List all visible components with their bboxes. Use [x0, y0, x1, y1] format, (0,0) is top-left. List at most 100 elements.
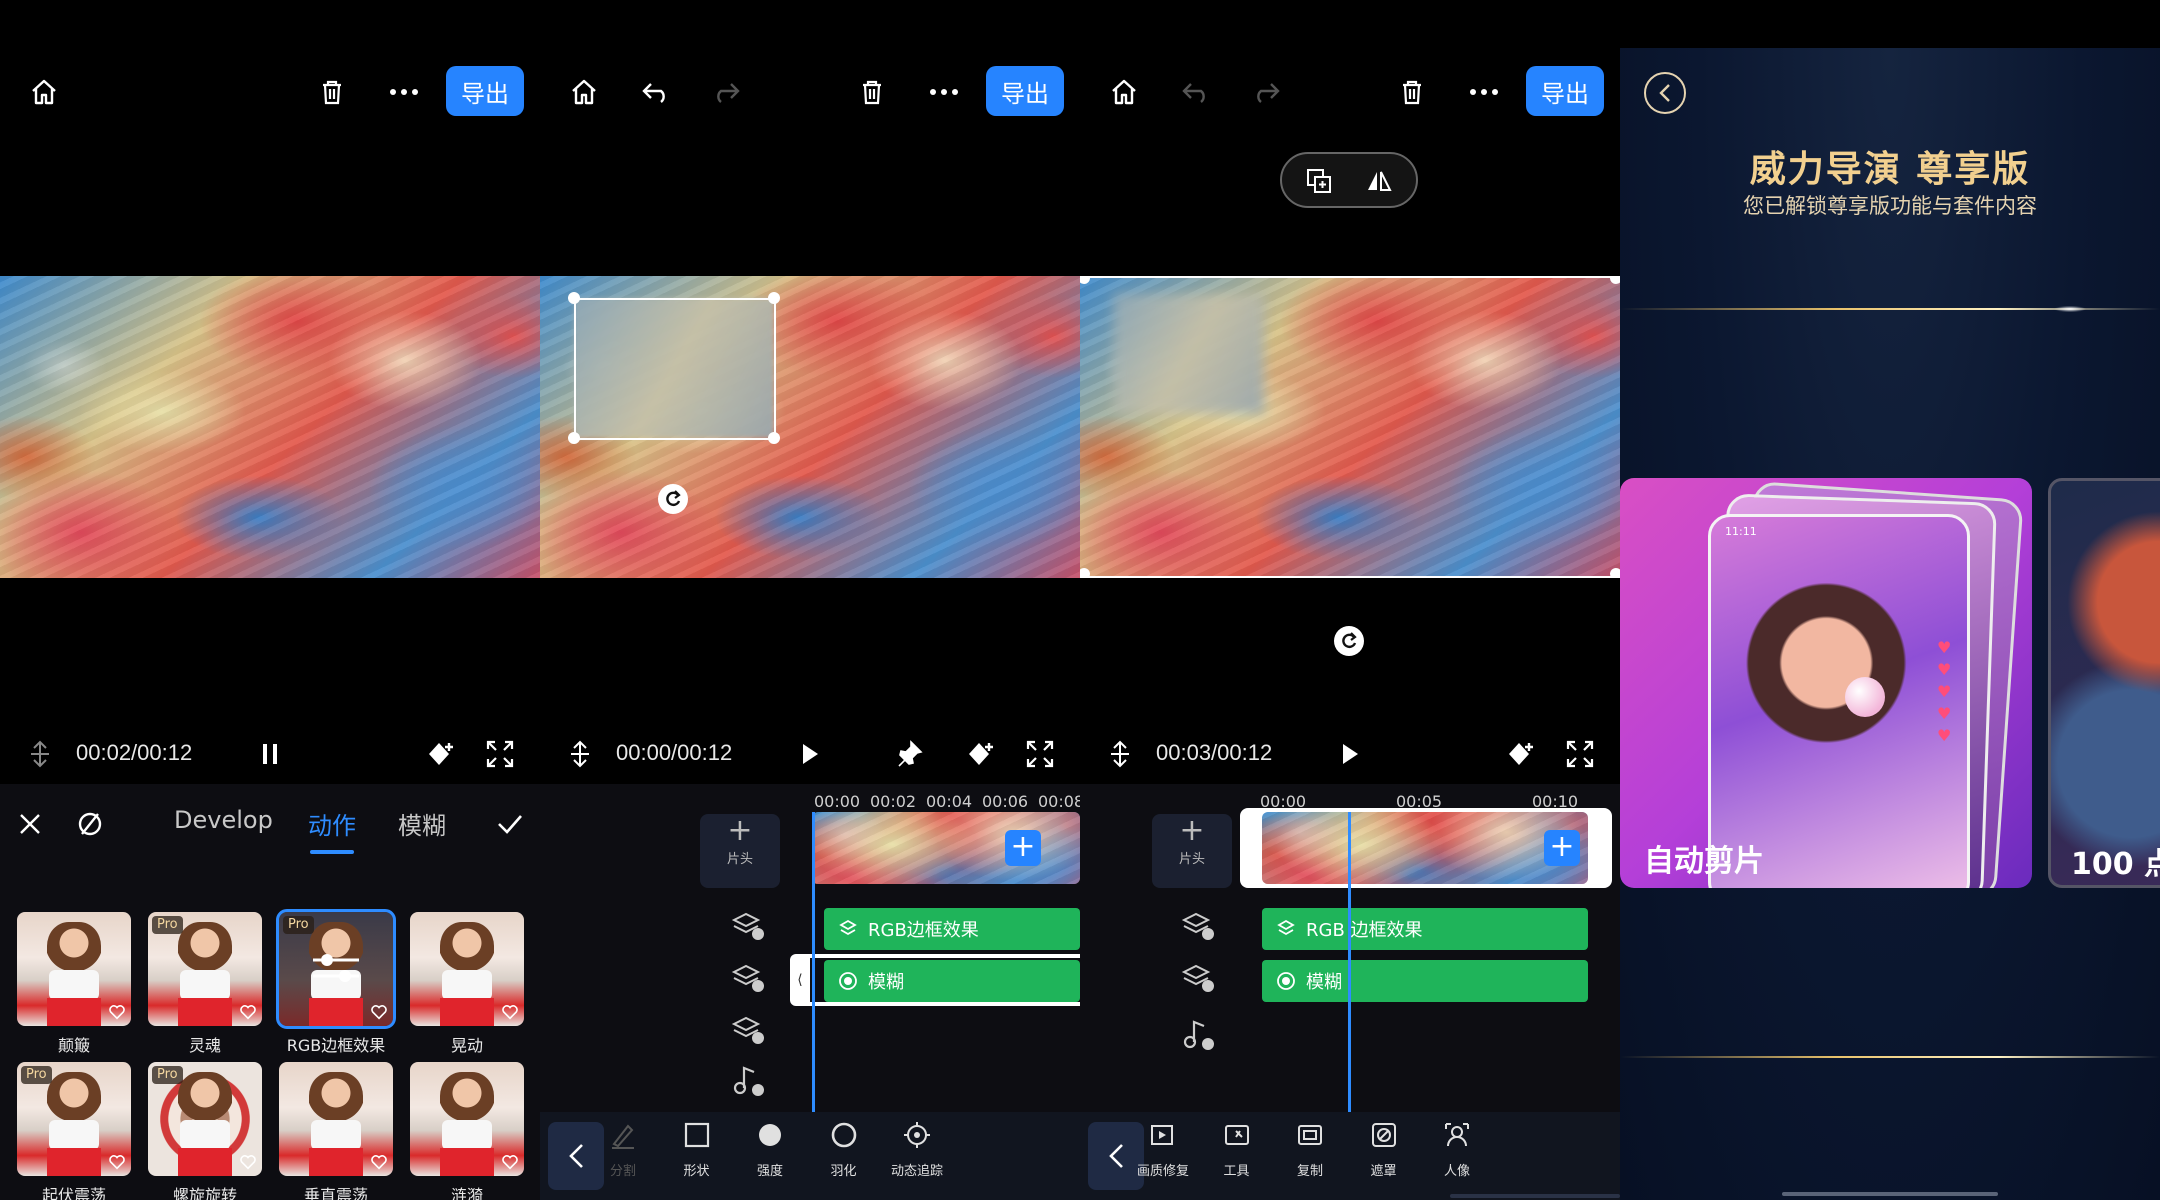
model-shirt [442, 1120, 492, 1150]
tab-blur[interactable]: 模糊 [398, 806, 446, 841]
video-preview[interactable] [1080, 276, 1620, 578]
effect-thumbnail[interactable]: Pro [17, 1062, 131, 1176]
undo-button[interactable] [634, 70, 678, 114]
undo-button[interactable] [1174, 70, 1218, 114]
effect-thumbnail[interactable] [279, 1062, 393, 1176]
pause-button[interactable] [250, 734, 290, 774]
effect-thumbnail[interactable]: Pro [148, 912, 262, 1026]
layer-1-icon[interactable] [730, 906, 766, 942]
close-button[interactable] [12, 806, 48, 842]
model-shirt [311, 1120, 361, 1150]
effect-track-blur[interactable]: 模糊 [1262, 960, 1588, 1002]
duplicate-button[interactable] [1304, 166, 1334, 196]
more-button[interactable] [1462, 70, 1506, 114]
play-button[interactable] [790, 734, 830, 774]
video-preview[interactable] [540, 276, 1080, 578]
delete-button[interactable] [850, 70, 894, 114]
delete-button[interactable] [310, 70, 354, 114]
add-intro-label: 片头 [1178, 852, 1205, 867]
pin-button[interactable] [890, 734, 930, 774]
more-button[interactable] [382, 70, 426, 114]
resize-handle-tl[interactable] [568, 292, 580, 304]
expand-vertical-button[interactable] [22, 736, 58, 772]
favorite-heart-icon[interactable] [108, 1153, 126, 1171]
expand-vertical-button[interactable] [1102, 736, 1138, 772]
favorite-heart-icon[interactable] [239, 1153, 257, 1171]
flip-button[interactable] [1364, 166, 1394, 196]
layer-2-icon[interactable] [1180, 958, 1216, 994]
resize-handle-tr[interactable] [1610, 276, 1620, 284]
layer-2-icon[interactable] [730, 958, 766, 994]
home-button[interactable] [562, 70, 606, 114]
video-clip[interactable] [1262, 812, 1588, 884]
tab-motion[interactable]: 动作 [308, 806, 356, 841]
favorite-heart-icon[interactable] [108, 1003, 126, 1021]
resize-handle-bl[interactable] [568, 432, 580, 444]
track-trim-handle[interactable]: ⟨ [790, 954, 810, 1006]
resize-handle-tr[interactable] [768, 292, 780, 304]
favorite-heart-icon[interactable] [370, 1153, 388, 1171]
feature-card-auto-edit[interactable]: 11:11 ♥ ♥ ♥ ♥ ♥ 自动剪片 [1620, 478, 2032, 888]
fullscreen-button[interactable] [1560, 734, 1600, 774]
effect-track-rgb[interactable]: RGB边框效果 [824, 908, 1080, 950]
music-track-icon[interactable] [1180, 1016, 1216, 1052]
pro-badge: Pro [283, 916, 314, 934]
music-track-icon[interactable] [730, 1062, 766, 1098]
redo-button[interactable] [704, 70, 748, 114]
add-clip-button[interactable]: + [1005, 830, 1041, 866]
mask-icon [1369, 1123, 1399, 1154]
confirm-button[interactable] [492, 806, 528, 842]
expand-vertical-button[interactable] [562, 736, 598, 772]
timeline[interactable]: 00:00 00:05 00:10 + 片头 + RGB 边框效果 模糊 [1080, 784, 1620, 1112]
effect-track-blur[interactable]: 模糊 [824, 960, 1080, 1002]
add-clip-button[interactable]: + [1544, 830, 1580, 866]
keyframe-button[interactable] [422, 734, 462, 774]
adjust-sliders-icon[interactable] [309, 948, 363, 988]
layer-1-icon[interactable] [1180, 906, 1216, 942]
export-button[interactable]: 导出 [986, 66, 1064, 116]
blur-mask-region[interactable] [574, 298, 774, 438]
effect-thumbnail[interactable] [410, 912, 524, 1026]
home-button[interactable] [22, 70, 66, 114]
effect-thumbnail[interactable]: Pro [276, 909, 396, 1029]
more-button[interactable] [922, 70, 966, 114]
playhead[interactable] [1348, 812, 1351, 1112]
effect-thumbnail[interactable] [17, 912, 131, 1026]
tab-develop[interactable]: Develop [174, 806, 273, 834]
favorite-heart-icon[interactable] [501, 1003, 519, 1021]
mask-tool-4[interactable]: 动态追踪 [872, 1120, 962, 1179]
effect-track-label: RGB 边框效果 [1306, 920, 1423, 941]
effect-thumbnail[interactable] [410, 1062, 524, 1176]
home-button[interactable] [1102, 70, 1146, 114]
fullscreen-button[interactable] [1020, 734, 1060, 774]
video-preview[interactable] [0, 276, 540, 578]
effect-thumbnail[interactable]: Pro [148, 1062, 262, 1176]
play-button[interactable] [1330, 734, 1370, 774]
resize-handle-bl[interactable] [1080, 568, 1090, 578]
resize-handle-br[interactable] [768, 432, 780, 444]
add-intro-button[interactable]: + 片头 [1152, 814, 1232, 888]
export-button[interactable]: 导出 [1526, 66, 1604, 116]
top-bar: 导出 [540, 48, 1080, 136]
back-button[interactable] [1644, 72, 1686, 114]
object-tool-4[interactable]: 人像 [1412, 1120, 1502, 1179]
playhead[interactable] [812, 812, 815, 1112]
feature-card-2[interactable]: 100 点≡ [2048, 478, 2160, 888]
no-effect-button[interactable] [72, 806, 108, 842]
layer-3-icon[interactable] [730, 1010, 766, 1046]
favorite-heart-icon[interactable] [501, 1153, 519, 1171]
resize-handle-br[interactable] [1610, 568, 1620, 578]
rotate-handle[interactable] [658, 484, 688, 514]
favorite-heart-icon[interactable] [370, 1003, 388, 1021]
rotate-handle[interactable] [1334, 626, 1364, 656]
favorite-heart-icon[interactable] [239, 1003, 257, 1021]
export-button[interactable]: 导出 [446, 66, 524, 116]
timeline[interactable]: 00:00 00:02 00:04 00:06 00:08 + 片头 + RGB边框效果… [540, 784, 1080, 1112]
fullscreen-button[interactable] [480, 734, 520, 774]
delete-button[interactable] [1390, 70, 1434, 114]
effect-track-rgb[interactable]: RGB 边框效果 [1262, 908, 1588, 950]
add-intro-button[interactable]: + 片头 [700, 814, 780, 888]
keyframe-button[interactable] [1502, 734, 1542, 774]
keyframe-button[interactable] [962, 734, 1002, 774]
redo-button[interactable] [1244, 70, 1288, 114]
